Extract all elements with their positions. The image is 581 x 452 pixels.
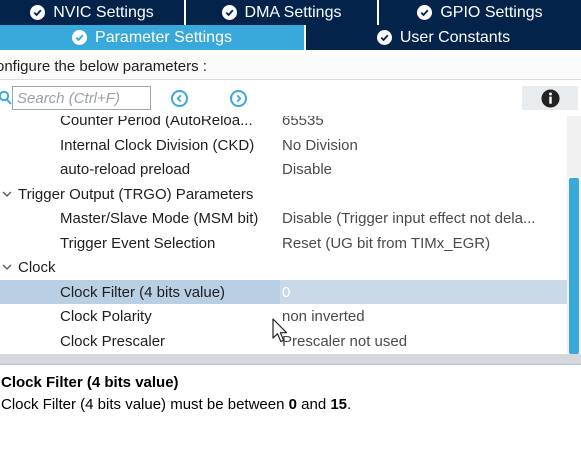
param-value: No Division: [282, 136, 358, 154]
param-label: Clock Filter (4 bits value): [60, 283, 226, 301]
param-row-counter-period[interactable]: Counter Period (AutoReloa... 65535: [0, 116, 567, 132]
description-panel: Clock Filter (4 bits value) Clock Filter…: [0, 364, 581, 452]
mouse-cursor-icon: [272, 318, 288, 343]
tab-label: User Constants: [399, 28, 511, 46]
param-label: Master/Slave Mode (MSM bit): [60, 209, 259, 227]
param-label: Counter Period (AutoReloa...: [60, 116, 253, 129]
description-max-value: 15: [330, 396, 348, 413]
param-value: Prescaler not used: [282, 332, 408, 350]
info-icon: [540, 88, 560, 108]
chevron-right-icon: [236, 94, 242, 103]
chevron-down-icon[interactable]: [1, 261, 13, 273]
description-min-value: 0: [288, 396, 297, 413]
param-value-input[interactable]: 0: [280, 280, 567, 304]
description-title: Clock Filter (4 bits value): [1, 374, 179, 391]
tab-gpio-settings[interactable]: GPIO Settings: [379, 0, 581, 25]
tab-nvic-settings[interactable]: NVIC Settings: [0, 0, 186, 25]
search-input[interactable]: Search (Ctrl+F): [12, 86, 151, 110]
check-icon: [417, 5, 433, 20]
search-icon: [0, 90, 12, 105]
check-icon: [72, 30, 88, 45]
group-trigger-output[interactable]: Trigger Output (TRGO) Parameters: [0, 182, 567, 206]
description-text: Clock Filter (4 bits value) must be betw…: [1, 396, 351, 413]
param-value: Reset (UG bit from TIMx_EGR): [282, 234, 491, 252]
description-text-mid: and: [296, 396, 331, 413]
tab-label: DMA Settings: [244, 3, 342, 21]
tab-dma-settings[interactable]: DMA Settings: [186, 0, 379, 25]
description-text-suffix: .: [347, 396, 352, 413]
search-next-button[interactable]: [230, 90, 247, 107]
group-label: Trigger Output (TRGO) Parameters: [18, 185, 254, 203]
panel-splitter[interactable]: [0, 354, 581, 364]
tab-parameter-settings[interactable]: Parameter Settings: [0, 25, 306, 50]
info-button[interactable]: [522, 86, 578, 110]
tree-scrollbar[interactable]: [567, 116, 581, 354]
param-row-clock-division[interactable]: Internal Clock Division (CKD) No Divisio…: [0, 133, 567, 157]
param-label: Clock Polarity: [60, 307, 152, 325]
scrollbar-thumb[interactable]: [569, 178, 579, 354]
tab-label: NVIC Settings: [53, 3, 154, 21]
param-label: Trigger Event Selection: [60, 234, 216, 252]
param-row-trigger-event[interactable]: Trigger Event Selection Reset (UG bit fr…: [0, 231, 567, 255]
configure-heading-text: onfigure the below parameters :: [0, 58, 207, 75]
tab-bar-bottom: Parameter Settings User Constants: [0, 25, 581, 50]
check-icon: [221, 5, 237, 20]
param-label: Clock Prescaler: [60, 332, 166, 350]
param-label: Internal Clock Division (CKD): [60, 136, 255, 154]
group-clock[interactable]: Clock: [0, 255, 567, 279]
param-value: Disable (Trigger input effect not dela..…: [282, 209, 536, 227]
param-row-auto-reload[interactable]: auto-reload preload Disable: [0, 157, 567, 181]
check-icon: [30, 5, 46, 20]
search-placeholder: Search (Ctrl+F): [17, 89, 120, 107]
param-value: Disable: [282, 160, 333, 178]
param-label: auto-reload preload: [60, 160, 191, 178]
param-value: 65535: [282, 116, 324, 129]
search-previous-button[interactable]: [171, 90, 188, 107]
description-text-prefix: Clock Filter (4 bits value) must be betw…: [1, 396, 289, 413]
tab-user-constants[interactable]: User Constants: [306, 25, 581, 50]
tab-label: Parameter Settings: [95, 28, 232, 46]
param-row-master-slave[interactable]: Master/Slave Mode (MSM bit) Disable (Tri…: [0, 206, 567, 230]
param-value: non inverted: [282, 307, 365, 325]
search-toolbar: Search (Ctrl+F): [0, 80, 581, 116]
chevron-left-icon: [176, 94, 182, 103]
tab-label: GPIO Settings: [440, 3, 543, 21]
configure-heading: onfigure the below parameters :: [0, 54, 581, 80]
param-row-clock-filter[interactable]: Clock Filter (4 bits value) 0: [0, 280, 567, 304]
tab-bar-top: NVIC Settings DMA Settings GPIO Settings: [0, 0, 581, 25]
group-label: Clock: [18, 258, 56, 276]
check-icon: [376, 30, 392, 45]
chevron-down-icon[interactable]: [1, 188, 13, 200]
